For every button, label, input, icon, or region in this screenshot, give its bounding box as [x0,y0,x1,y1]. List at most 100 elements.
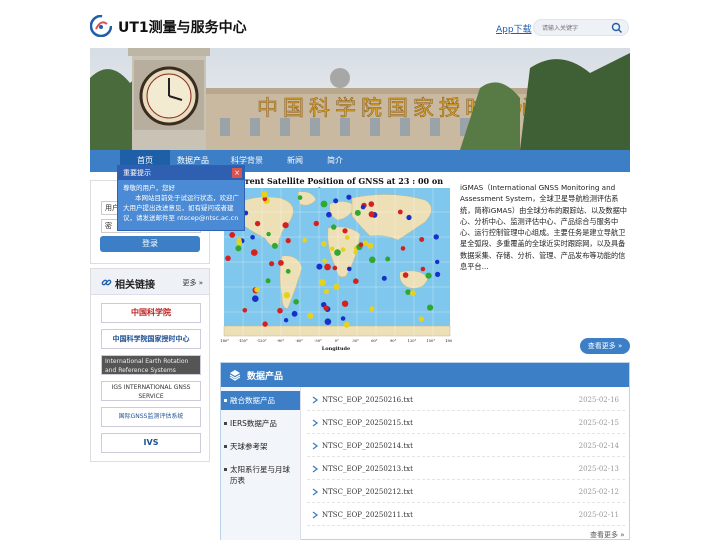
satellite-dot [322,258,327,264]
file-row[interactable]: NTSC_EOP_20250213.txt 2025-02-13 [307,458,625,480]
igmas-intro-text: iGMAS（International GNSS Monitoring and … [460,183,627,272]
tab-fused-products[interactable]: 融合数据产品 [221,391,300,410]
data-products-panel: 数据产品 融合数据产品 IERS数据产品 天球参考架 太阳系行星与月球历表 NT… [220,362,630,540]
nav-about[interactable]: 简介 [310,150,360,172]
view-more-button[interactable]: 查看更多 » [580,338,630,354]
satellite-dot [420,266,426,272]
search-box [533,19,629,36]
products-more-link[interactable]: 查看更多 » [590,530,625,540]
satellite-dot [344,235,350,240]
file-date: 2025-02-15 [578,419,619,427]
file-row[interactable]: NTSC_EOP_20250214.txt 2025-02-14 [307,435,625,457]
longitude-tick-label: 150° [426,339,435,343]
satellite-dot [261,191,268,198]
link-icon [101,279,112,286]
file-name[interactable]: NTSC_EOP_20250214.txt [322,442,413,450]
longitude-tick-label: -120° [257,339,267,343]
satellite-dot [435,259,440,265]
file-row[interactable]: NTSC_EOP_20250215.txt 2025-02-15 [307,412,625,434]
satellite-dot [225,255,231,262]
satellite-dot [340,247,346,252]
tab-celestial-reference-frame[interactable]: 天球参考架 [221,437,300,456]
gnss-satellite-map[interactable]: Current Satellite Position of GNSS at 23… [220,176,452,352]
data-products-header: 数据产品 [221,363,629,387]
site-logo[interactable] [90,15,112,37]
file-row[interactable]: NTSC_EOP_20250212.txt 2025-02-12 [307,481,625,503]
satellite-dot [283,318,289,323]
satellite-dot [262,321,268,327]
banner-image: 中国科学院国家授时中心 [90,48,630,150]
bullet-icon [224,445,227,448]
satellite-dot [285,268,291,274]
arrow-right-icon [312,442,319,450]
layers-icon [229,370,241,381]
tab-iers-products[interactable]: IERS数据产品 [221,414,300,433]
page: UT1测量与服务中心 App下载 请输入关键字 中国科学院国家授时中心 首页 数… [0,0,720,540]
satellite-dot [333,283,340,290]
related-links-more[interactable]: 更多 » [182,278,203,288]
satellite-dot [242,308,248,313]
satellite-dot [427,304,434,311]
satellite-dot [269,261,275,267]
related-links-panel: 相关链接 更多 » 中国科学院 中国科学院国家授时中心 Internationa… [90,268,210,462]
satellite-dot [254,286,261,293]
longitude-ticks: -180° -150° -120° -90° -60° -30° 0° 30° 60° 90° 12… [220,339,452,343]
satellite-dot [229,232,236,238]
satellite-dot [435,271,441,277]
tab-label: 融合数据产品 [230,396,275,405]
file-name[interactable]: NTSC_EOP_20250215.txt [322,419,413,427]
search-icon[interactable] [611,22,623,34]
satellite-dot [271,242,278,249]
file-row[interactable]: NTSC_EOP_20250211.txt 2025-02-11 [307,504,625,526]
tab-ephemerides[interactable]: 太阳系行星与月球历表 [221,460,300,490]
dialog-body: 尊敬的用户，您好 本网站目前处于试运行状态，欢迎广大用户提出改进意见，如有疑问或… [118,180,244,230]
login-button[interactable]: 登录 [100,236,200,252]
file-name[interactable]: NTSC_EOP_20250216.txt [322,396,413,404]
file-name[interactable]: NTSC_EOP_20250211.txt [322,511,413,519]
search-input[interactable] [542,22,612,34]
satellite-dot [307,312,314,319]
link-iers[interactable]: International Earth Rotation and Referen… [101,355,201,375]
bullet-icon [224,468,227,471]
link-igmas[interactable]: 国际GNSS监测评估系统 [101,407,201,427]
satellite-dot [297,195,303,200]
satellite-dot [367,242,374,249]
dialog-close-button[interactable]: × [232,168,242,178]
arrow-right-icon [312,419,319,427]
satellite-dot [342,228,348,234]
file-name[interactable]: NTSC_EOP_20250213.txt [322,465,413,473]
link-ntsc[interactable]: 中国科学院国家授时中心 [101,329,201,349]
link-igs[interactable]: IGS INTERNATIONAL GNSS SERVICE [101,381,201,401]
satellite-dot [277,307,283,314]
satellite-dot [343,321,350,328]
tab-label: 太阳系行星与月球历表 [230,465,290,485]
satellite-dot [326,211,332,218]
file-date: 2025-02-11 [578,511,619,519]
satellite-dot [402,272,409,278]
satellite-dot [346,194,352,200]
header: UT1测量与服务中心 App下载 [0,0,720,48]
link-ivs[interactable]: IVS [101,433,201,453]
satellite-dot [324,318,332,325]
longitude-tick-label: 60° [371,339,378,343]
satellite-dot [410,290,416,296]
file-row[interactable]: NTSC_EOP_20250216.txt 2025-02-16 [307,389,625,411]
dialog-message: 本网站目前处于试运行状态，欢迎广大用户提出改进意见，如有疑问或者建议，请发送邮件… [123,194,239,222]
file-name[interactable]: NTSC_EOP_20250212.txt [322,488,413,496]
file-date: 2025-02-12 [578,488,619,496]
app-download-link[interactable]: App下载 [496,22,532,35]
satellite-dot [324,263,331,271]
satellite-dot [347,266,352,272]
satellite-dot [397,209,403,215]
satellite-dot [353,278,359,284]
satellite-dot [369,306,375,312]
link-cas[interactable]: 中国科学院 [101,303,201,323]
site-title: UT1测量与服务中心 [118,20,247,36]
file-date: 2025-02-14 [578,442,619,450]
satellite-dot [235,245,242,252]
related-links-header: 相关链接 更多 » [91,269,209,295]
longitude-tick-label: -180° [220,339,229,343]
satellite-dot [400,246,406,251]
longitude-tick-label: 120° [408,339,417,343]
satellite-dot [254,220,261,227]
